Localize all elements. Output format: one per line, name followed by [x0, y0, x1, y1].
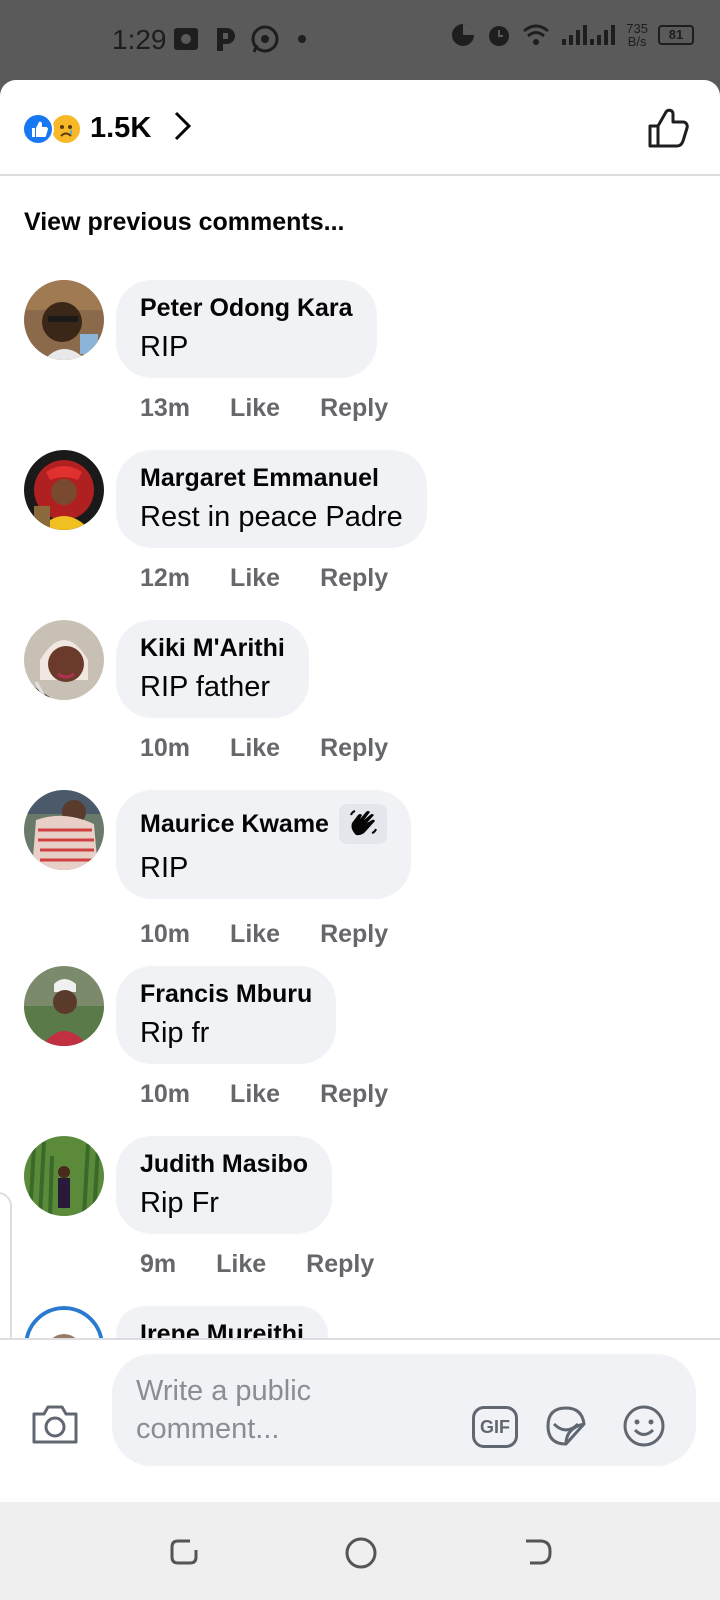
comment-text: RIP — [140, 852, 189, 884]
comment-bubble[interactable]: Margaret Emmanuel Rest in peace Padre — [116, 450, 427, 548]
reply-comment-button[interactable]: Reply — [320, 1080, 388, 1109]
home-icon — [345, 1537, 377, 1569]
commenter-name-text: Margaret Emmanuel — [140, 464, 379, 492]
comment-bubble[interactable]: Kiki M'Arithi RIP father — [116, 620, 309, 718]
commenter-name-text: Kiki M'Arithi — [140, 634, 285, 662]
comment-actions: 12m Like Reply — [140, 564, 388, 593]
commenter-name-text: Maurice Kwame — [140, 809, 329, 838]
like-comment-button[interactable]: Like — [230, 920, 280, 949]
comment-text: Rip fr — [140, 1017, 210, 1049]
notification-icons — [172, 24, 312, 54]
like-comment-button[interactable]: Like — [230, 394, 280, 423]
p-app-icon — [217, 28, 235, 51]
like-comment-button[interactable]: Like — [230, 564, 280, 593]
sticker-icon — [546, 1406, 586, 1446]
reply-comment-button[interactable]: Reply — [320, 920, 388, 949]
comment-actions: 10m Like Reply — [140, 920, 388, 949]
comment-text: RIP — [140, 331, 189, 363]
system-icons: 735 B/s 81 — [450, 22, 694, 48]
comment-time[interactable]: 10m — [140, 920, 190, 949]
reply-comment-button[interactable]: Reply — [320, 734, 388, 763]
network-speed: 735 B/s — [626, 22, 648, 48]
like-reaction-icon — [22, 112, 54, 145]
back-icon — [526, 1539, 552, 1565]
chevron-right-icon — [171, 110, 193, 147]
reply-comment-button[interactable]: Reply — [320, 394, 388, 423]
comment-text: RIP father — [140, 671, 271, 703]
commenter-name[interactable]: Francis Mburu — [140, 980, 312, 1009]
sad-reaction-icon — [50, 112, 82, 145]
status-bar: 1:29 735 B/s 81 — [0, 0, 720, 80]
gif-button[interactable]: GIF — [472, 1406, 518, 1448]
comment-input[interactable]: Write a public comment... — [136, 1372, 436, 1448]
avatar[interactable] — [24, 966, 104, 1046]
reply-comment-button[interactable]: Reply — [320, 564, 388, 593]
home-button[interactable] — [344, 1536, 378, 1575]
camera-icon — [32, 1405, 78, 1444]
whatsapp-icon — [251, 25, 279, 53]
comment-bubble[interactable]: Maurice Kwame RIP — [116, 790, 411, 899]
system-nav-bar — [0, 1502, 720, 1600]
comment-time[interactable]: 9m — [140, 1250, 176, 1279]
photo-notification-icon — [174, 28, 198, 50]
comment-actions: 10m Like Reply — [140, 1080, 388, 1109]
comment-input-box[interactable]: Write a public comment... GIF — [112, 1354, 696, 1466]
waving-hand-icon[interactable] — [338, 804, 387, 844]
comment-time[interactable]: 10m — [140, 734, 190, 763]
like-post-button[interactable] — [646, 106, 690, 155]
like-comment-button[interactable]: Like — [230, 1080, 280, 1109]
network-speed-unit: B/s — [627, 34, 647, 49]
recent-apps-icon — [170, 1539, 198, 1565]
more-notifications-dot-icon — [298, 35, 306, 43]
avatar[interactable] — [24, 790, 104, 870]
comment-time[interactable]: 13m — [140, 394, 190, 423]
sticker-button[interactable] — [542, 1402, 590, 1455]
avatar[interactable] — [24, 1136, 104, 1216]
comment-bubble[interactable]: Francis Mburu Rip fr — [116, 966, 337, 1064]
comments-sheet: 1.5K View previous comments... Peter Odo… — [0, 80, 720, 1502]
like-comment-button[interactable]: Like — [230, 734, 280, 763]
comment-bubble[interactable]: Judith Masibo Rip Fr — [116, 1136, 333, 1234]
recent-apps-button[interactable] — [168, 1536, 200, 1573]
commenter-name[interactable]: Kiki M'Arithi — [140, 634, 285, 663]
commenter-name-text: Peter Odong Kara — [140, 294, 353, 322]
comment-actions: 9m Like Reply — [140, 1250, 374, 1279]
commenter-name[interactable]: Peter Odong Kara — [140, 294, 353, 323]
reaction-count: 1.5K — [90, 112, 152, 144]
commenter-name-text: Judith Masibo — [140, 1150, 309, 1178]
comment-time[interactable]: 10m — [140, 1080, 190, 1109]
commenter-name[interactable]: Margaret Emmanuel — [140, 464, 403, 493]
commenter-name-text: Francis Mburu — [140, 980, 313, 1008]
view-previous-comments-link[interactable]: View previous comments... — [24, 208, 344, 237]
like-comment-button[interactable]: Like — [216, 1250, 266, 1279]
data-saver-icon — [452, 24, 475, 46]
battery-icon: 81 — [658, 25, 694, 45]
status-time: 1:29 — [112, 24, 167, 55]
thumbs-up-icon — [648, 108, 689, 148]
comment-composer: Write a public comment... GIF — [0, 1338, 720, 1474]
avatar[interactable] — [24, 620, 104, 700]
comment-text: Rip Fr — [140, 1187, 219, 1219]
reactions-summary[interactable]: 1.5K — [22, 110, 193, 147]
wifi-icon — [523, 24, 550, 45]
emoji-button[interactable] — [620, 1402, 668, 1455]
comment-text: Rest in peace Padre — [140, 501, 403, 533]
comment-time[interactable]: 12m — [140, 564, 190, 593]
commenter-name[interactable]: Judith Masibo — [140, 1150, 308, 1179]
back-button[interactable] — [522, 1536, 554, 1573]
avatar[interactable] — [24, 280, 104, 360]
comment-actions: 10m Like Reply — [140, 734, 388, 763]
avatar[interactable] — [24, 450, 104, 530]
comment-actions: 13m Like Reply — [140, 394, 388, 423]
commenter-name[interactable]: Maurice Kwame — [140, 804, 387, 844]
signal-icon — [562, 25, 616, 45]
camera-button[interactable] — [30, 1402, 80, 1451]
emoji-icon — [623, 1405, 665, 1447]
alarm-icon — [489, 26, 510, 46]
comment-bubble[interactable]: Peter Odong Kara RIP — [116, 280, 377, 378]
reply-comment-button[interactable]: Reply — [306, 1250, 374, 1279]
sheet-header: 1.5K — [0, 80, 720, 176]
